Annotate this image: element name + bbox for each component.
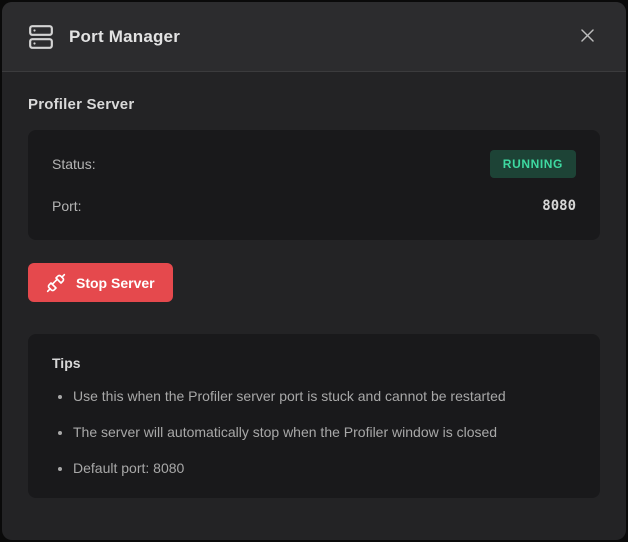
profiler-server-heading: Profiler Server	[28, 96, 600, 113]
port-manager-dialog: Port Manager Profiler Server Status: RUN…	[2, 2, 626, 540]
status-panel: Status: RUNNING Port: 8080	[28, 130, 600, 240]
close-button[interactable]	[570, 20, 604, 54]
stop-server-label: Stop Server	[76, 275, 155, 291]
status-badge: RUNNING	[490, 150, 576, 178]
tips-list: Use this when the Profiler server port i…	[52, 386, 576, 478]
tip-item: Default port: 8080	[73, 458, 576, 478]
dialog-title: Port Manager	[69, 27, 180, 47]
tip-item: Use this when the Profiler server port i…	[73, 386, 576, 406]
status-label: Status:	[52, 156, 96, 172]
close-icon	[578, 26, 597, 48]
server-icon	[28, 24, 54, 50]
tip-item: The server will automatically stop when …	[73, 422, 576, 442]
unplug-icon	[46, 273, 66, 293]
tips-heading: Tips	[52, 355, 576, 371]
port-value: 8080	[542, 198, 576, 214]
tips-panel: Tips Use this when the Profiler server p…	[28, 334, 600, 498]
stop-server-button[interactable]: Stop Server	[28, 263, 173, 302]
dialog-content: Profiler Server Status: RUNNING Port: 80…	[2, 72, 626, 498]
port-row: Port: 8080	[52, 191, 576, 221]
status-row: Status: RUNNING	[52, 149, 576, 179]
port-label: Port:	[52, 198, 82, 214]
titlebar: Port Manager	[2, 2, 626, 72]
